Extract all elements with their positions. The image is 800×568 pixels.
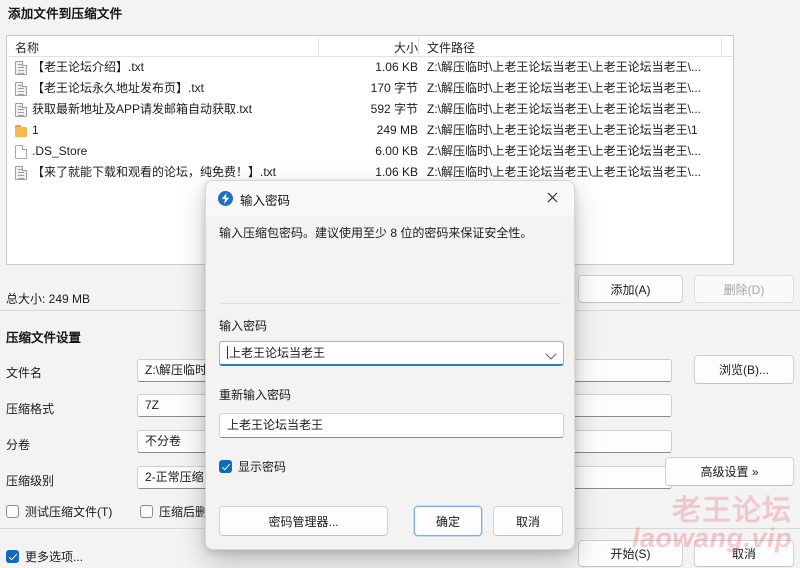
- column-header-size[interactable]: 大小: [318, 39, 418, 56]
- cell-name: 1: [15, 120, 39, 141]
- table-row[interactable]: 1 249 MB Z:\解压临时\上老王论坛当老王\上老王论坛当老王\1: [7, 120, 733, 141]
- advanced-settings-button[interactable]: 高级设置 »: [665, 457, 794, 486]
- file-size: 170 字节: [370, 81, 418, 95]
- delete-button: 删除(D): [694, 275, 794, 303]
- delete-after-compress-checkbox[interactable]: 压缩后删: [140, 503, 207, 520]
- start-button[interactable]: 开始(S): [578, 540, 683, 567]
- show-password-label: 显示密码: [238, 460, 287, 474]
- column-header-name[interactable]: 名称: [15, 39, 39, 56]
- app-badge-icon: [218, 191, 233, 206]
- file-path: Z:\解压临时\上老王论坛当老王\上老王论坛当老王\...: [427, 81, 702, 95]
- checkbox-box: [140, 505, 153, 518]
- file-name: .DS_Store: [32, 144, 88, 158]
- dialog-description: 输入压缩包密码。建议使用至少 8 位的密码来保证安全性。: [219, 226, 533, 240]
- column-separator[interactable]: [721, 37, 722, 55]
- cell-name: 【老王论坛永久地址发布页】.txt: [15, 78, 204, 99]
- confirm-password-input[interactable]: 上老王论坛当老王: [219, 413, 564, 438]
- cell-name: .DS_Store: [15, 141, 87, 162]
- filename-label: 文件名: [6, 366, 43, 380]
- format-label: 压缩格式: [6, 402, 55, 416]
- table-row[interactable]: 【老王论坛介绍】.txt 1.06 KB Z:\解压临时\上老王论坛当老王\上老王论…: [7, 57, 733, 78]
- file-path: Z:\解压临时\上老王论坛当老王\上老王论坛当老王\...: [427, 144, 702, 158]
- confirm-password-label: 重新输入密码: [219, 388, 292, 402]
- password-manager-button[interactable]: 密码管理器...: [219, 506, 388, 536]
- file-path: Z:\解压临时\上老王论坛当老王\上老王论坛当老王\1: [427, 123, 698, 137]
- text-file-icon: [15, 165, 27, 180]
- dialog-titlebar[interactable]: 输入密码: [206, 181, 574, 217]
- password-label: 输入密码: [219, 319, 268, 333]
- add-button[interactable]: 添加(A): [578, 275, 683, 303]
- test-archive-label: 测试压缩文件(T): [25, 505, 113, 519]
- browse-button[interactable]: 浏览(B)...: [694, 355, 794, 384]
- file-size: 249 MB: [376, 123, 418, 137]
- folder-icon: [15, 124, 27, 137]
- volume-label: 分卷: [6, 438, 31, 452]
- page-title: 添加文件到压缩文件: [8, 7, 123, 21]
- dialog-cancel-button[interactable]: 取消: [493, 506, 563, 536]
- text-file-icon: [15, 60, 27, 75]
- file-name: 获取最新地址及APP请发邮箱自动获取.txt: [32, 102, 253, 116]
- test-archive-checkbox[interactable]: 测试压缩文件(T): [6, 503, 112, 520]
- table-row[interactable]: 【老王论坛永久地址发布页】.txt 170 字节 Z:\解压临时\上老王论坛当老王\…: [7, 78, 733, 99]
- settings-section-title: 压缩文件设置: [6, 331, 82, 345]
- file-path: Z:\解压临时\上老王论坛当老王\上老王论坛当老王\...: [427, 102, 702, 116]
- delete-after-compress-label: 压缩后删: [159, 505, 208, 519]
- file-list-header: 名称 大小 文件路径: [7, 36, 733, 57]
- password-dialog: 输入密码 输入压缩包密码。建议使用至少 8 位的密码来保证安全性。 输入密码 上…: [205, 180, 575, 550]
- close-icon[interactable]: [530, 181, 574, 213]
- file-path: Z:\解压临时\上老王论坛当老王\上老王论坛当老王\...: [427, 60, 702, 74]
- text-caret: [227, 346, 228, 359]
- file-size: 1.06 KB: [375, 60, 418, 74]
- file-name: 1: [32, 123, 39, 137]
- footer-cancel-button[interactable]: 取消: [694, 540, 794, 567]
- file-name: 【老王论坛永久地址发布页】.txt: [32, 81, 205, 95]
- checkbox-box: [6, 505, 19, 518]
- dialog-title: 输入密码: [240, 194, 291, 208]
- column-header-path[interactable]: 文件路径: [427, 39, 475, 56]
- chevron-down-icon[interactable]: [545, 348, 557, 360]
- more-options-checkbox[interactable]: 更多选项...: [6, 548, 83, 565]
- password-input[interactable]: 上老王论坛当老王: [219, 341, 564, 366]
- text-file-icon: [15, 81, 27, 96]
- table-row[interactable]: 获取最新地址及APP请发邮箱自动获取.txt 592 字节 Z:\解压临时\上老王论…: [7, 99, 733, 120]
- table-row[interactable]: .DS_Store 6.00 KB Z:\解压临时\上老王论坛当老王\上老王论坛当老…: [7, 141, 733, 162]
- cell-name: 获取最新地址及APP请发邮箱自动获取.txt: [15, 99, 252, 120]
- checkbox-box: [219, 460, 232, 473]
- lightning-glyph: [221, 193, 230, 204]
- text-file-icon: [15, 102, 27, 117]
- cell-name: 【老王论坛介绍】.txt: [15, 57, 144, 78]
- file-size: 6.00 KB: [375, 144, 418, 158]
- checkbox-box: [6, 550, 19, 563]
- password-value: 上老王论坛当老王: [229, 346, 326, 360]
- file-size: 592 字节: [370, 102, 418, 116]
- total-size-label: 总大小: 249 MB: [6, 292, 91, 306]
- column-separator[interactable]: [418, 37, 419, 55]
- compression-level-label: 压缩级别: [6, 474, 55, 488]
- dialog-divider: [219, 303, 561, 304]
- blank-file-icon: [15, 144, 27, 159]
- close-glyph: [547, 192, 557, 202]
- add-to-archive-window: 添加文件到压缩文件 名称 大小 文件路径 【老王论坛介绍】.txt 1.06 KB…: [0, 0, 800, 568]
- more-options-label: 更多选项...: [25, 550, 84, 564]
- watermark-line-1: 老王论坛: [671, 495, 792, 527]
- show-password-checkbox[interactable]: 显示密码: [219, 458, 286, 475]
- file-name: 【老王论坛介绍】.txt: [32, 60, 145, 74]
- dialog-ok-button[interactable]: 确定: [414, 506, 482, 536]
